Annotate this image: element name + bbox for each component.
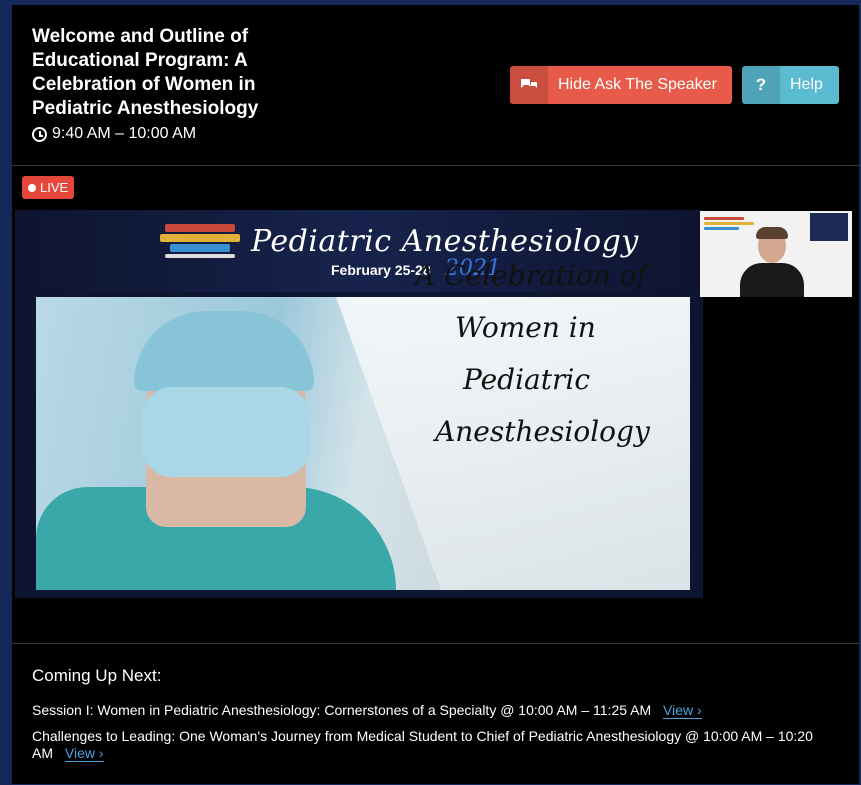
live-dot-icon — [28, 183, 36, 192]
slide-headline-line: A Celebration of — [415, 259, 647, 292]
session-time-text: 9:40 AM – 10:00 AM — [52, 125, 197, 142]
view-link[interactable]: View › — [64, 745, 104, 762]
society-logo — [155, 222, 245, 277]
speaker-video[interactable] — [700, 211, 852, 297]
slide-headline-line: Pediatric — [463, 363, 590, 396]
hide-ask-the-speaker-button[interactable]: Hide Ask The Speaker — [510, 66, 732, 104]
coming-up-heading: Coming Up Next: — [32, 666, 162, 685]
session-window: Welcome and Outline of Educational Progr… — [12, 5, 859, 784]
coming-up-item-text: Session I: Women in Pediatric Anesthesio… — [32, 702, 652, 718]
view-link[interactable]: View › — [663, 702, 702, 719]
help-label: Help — [790, 76, 823, 93]
speaker-avatar — [740, 227, 804, 297]
question-mark-icon: ? — [742, 66, 780, 104]
hide-ask-the-speaker-label: Hide Ask The Speaker — [558, 76, 717, 93]
session-time: 9:40 AM – 10:00 AM — [32, 125, 196, 143]
slide-headline-line: Anesthesiology — [435, 415, 650, 448]
slide-headline: A Celebration of Women in Pediatric Anes… — [415, 250, 665, 458]
help-button[interactable]: ? Help — [742, 66, 839, 104]
live-label: LIVE — [40, 180, 69, 195]
live-badge: LIVE — [22, 176, 75, 199]
slide-headline-line: Women in — [455, 311, 596, 344]
clock-icon — [32, 126, 47, 142]
session-title: Welcome and Outline of Educational Progr… — [32, 26, 259, 119]
chat-bubbles-icon — [510, 66, 548, 104]
coming-up-item-text: Challenges to Leading: One Woman's Journ… — [32, 728, 813, 761]
coming-up-item: Challenges to Leading: One Woman's Journ… — [32, 728, 832, 762]
coming-up-item: Session I: Women in Pediatric Anesthesio… — [32, 702, 832, 719]
coming-up-section: Coming Up Next: Session I: Women in Pedi… — [12, 643, 859, 785]
speaker-background-badge — [810, 213, 848, 241]
session-header: Welcome and Outline of Educational Progr… — [12, 5, 859, 166]
video-player[interactable]: Pediatric Anesthesiology February 25-28 … — [15, 210, 703, 598]
